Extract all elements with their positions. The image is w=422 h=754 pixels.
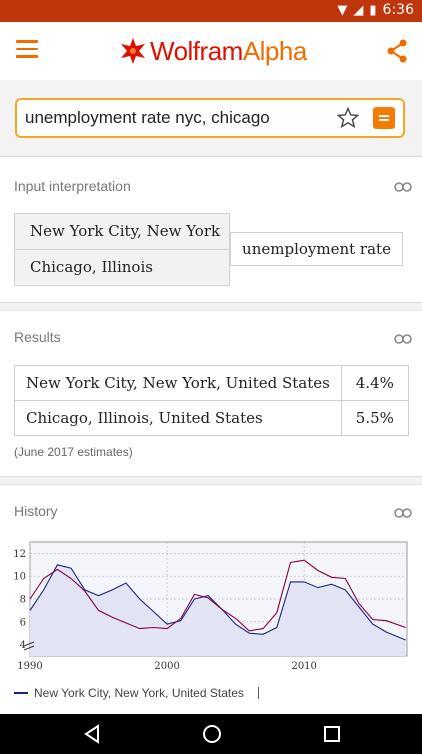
legend-swatch bbox=[14, 692, 28, 694]
pod-title-input: Input interpretation bbox=[14, 178, 131, 194]
table-row: Chicago, Illinois, United States 5.5% bbox=[14, 400, 409, 436]
home-icon[interactable] bbox=[202, 724, 222, 744]
link-icon[interactable] bbox=[394, 182, 412, 192]
share-icon[interactable] bbox=[386, 39, 408, 63]
y-tick-label: 6 bbox=[20, 617, 26, 628]
results-note: (June 2017 estimates) bbox=[14, 445, 133, 459]
result-place: New York City, New York, United States bbox=[14, 365, 342, 401]
pod-separator bbox=[0, 476, 422, 485]
results-table: New York City, New York, United States 4… bbox=[14, 365, 409, 436]
pod-separator bbox=[0, 302, 422, 311]
result-value: 5.5% bbox=[340, 400, 409, 436]
status-bar: ▼ ◢ ▮ 6:36 bbox=[0, 0, 422, 22]
pod-title-history: History bbox=[14, 503, 58, 519]
result-place: Chicago, Illinois, United States bbox=[14, 400, 342, 436]
search-box bbox=[15, 98, 405, 138]
y-tick-label: 12 bbox=[13, 549, 26, 560]
search-area bbox=[0, 80, 422, 157]
y-tick-label: 10 bbox=[13, 572, 26, 583]
interpretation-property: unemployment rate bbox=[230, 232, 403, 266]
result-value: 4.4% bbox=[340, 365, 409, 401]
battery-icon: ▮ bbox=[369, 2, 377, 18]
wifi-icon: ◢ bbox=[353, 2, 364, 18]
x-tick-label: 2010 bbox=[291, 661, 316, 672]
history-chart: 46810121990 2000 2010 bbox=[13, 541, 408, 672]
chart-legend: New York City, New York, United States bbox=[14, 686, 259, 700]
wolfram-star-icon bbox=[121, 38, 145, 64]
app-bar: Wolfram Alpha bbox=[0, 22, 422, 81]
table-row: New York City, New York, United States 4… bbox=[14, 365, 409, 401]
compute-equals-button[interactable] bbox=[373, 107, 395, 129]
menu-icon[interactable] bbox=[16, 40, 38, 58]
interpretation-places: New York City, New York Chicago, Illinoi… bbox=[14, 213, 230, 286]
back-icon[interactable] bbox=[82, 724, 102, 744]
search-input[interactable] bbox=[25, 108, 325, 128]
brand-alpha: Alpha bbox=[242, 35, 308, 66]
legend-label: New York City, New York, United States bbox=[34, 686, 244, 700]
status-time: 6:36 bbox=[382, 2, 414, 18]
y-tick-label: 8 bbox=[20, 595, 26, 606]
interpretation-place: Chicago, Illinois bbox=[15, 249, 229, 285]
x-tick-label: 2000 bbox=[154, 661, 179, 672]
link-icon[interactable] bbox=[394, 508, 412, 518]
interpretation-place: New York City, New York bbox=[15, 214, 229, 249]
favorite-star-icon[interactable] bbox=[337, 107, 359, 129]
link-icon[interactable] bbox=[394, 334, 412, 344]
legend-divider bbox=[257, 687, 259, 699]
signal-icon: ▼ bbox=[337, 2, 348, 18]
brand-logo: Wolfram Alpha bbox=[118, 36, 307, 66]
x-tick-label: 1990 bbox=[17, 661, 42, 672]
recents-icon[interactable] bbox=[322, 724, 342, 744]
system-nav-bar bbox=[0, 714, 422, 754]
pod-title-results: Results bbox=[14, 329, 61, 345]
brand-wolfram: Wolfram bbox=[150, 35, 243, 66]
